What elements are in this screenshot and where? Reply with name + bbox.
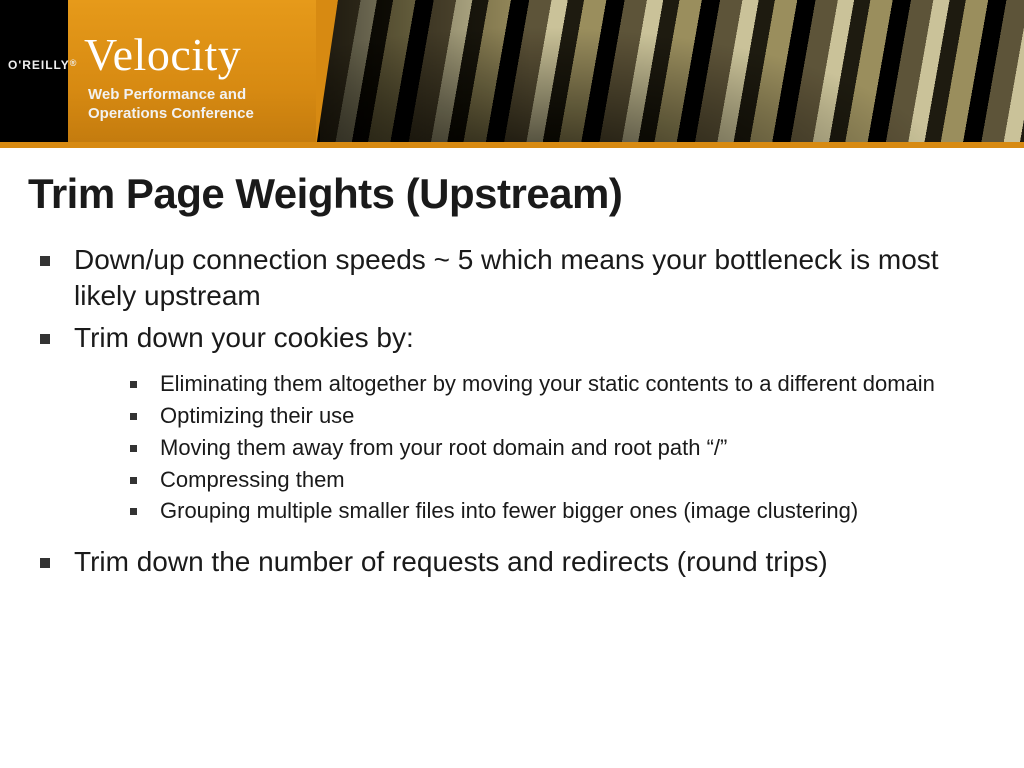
velocity-logo: Velocity [84,28,241,81]
oreilly-text: O'REILLY [8,58,70,72]
conference-tagline: Web Performance and Operations Conferenc… [88,86,254,124]
bullet-text: Trim down your cookies by: [74,322,414,353]
bullet-text: Eliminating them altogether by moving yo… [160,371,935,396]
turbine-photo [320,0,1024,148]
list-item: Moving them away from your root domain a… [130,433,996,463]
list-item: Grouping multiple smaller files into few… [130,496,996,526]
list-item: Trim down your cookies by: Eliminating t… [40,320,996,526]
bullet-text: Optimizing their use [160,403,354,428]
tagline-line-2: Operations Conference [88,105,254,122]
header-banner: O'REILLY® Velocity Web Performance and O… [0,0,1024,148]
registered-icon: ® [70,58,78,68]
bullet-text: Grouping multiple smaller files into few… [160,498,858,523]
banner-underline [0,142,1024,148]
bullet-text: Compressing them [160,467,345,492]
bullet-text: Down/up connection speeds ~ 5 which mean… [74,244,939,311]
slide-body: Trim Page Weights (Upstream) Down/up con… [0,148,1024,580]
sub-bullet-list: Eliminating them altogether by moving yo… [74,369,996,525]
list-item: Down/up connection speeds ~ 5 which mean… [40,242,996,314]
bullet-text: Trim down the number of requests and red… [74,546,828,577]
tagline-line-1: Web Performance and [88,86,246,103]
list-item: Eliminating them altogether by moving yo… [130,369,996,399]
list-item: Optimizing their use [130,401,996,431]
list-item: Trim down the number of requests and red… [40,544,996,580]
bullet-list: Down/up connection speeds ~ 5 which mean… [28,242,996,580]
bullet-text: Moving them away from your root domain a… [160,435,727,460]
list-item: Compressing them [130,465,996,495]
slide-title: Trim Page Weights (Upstream) [28,170,996,218]
oreilly-brand: O'REILLY® [8,58,77,72]
